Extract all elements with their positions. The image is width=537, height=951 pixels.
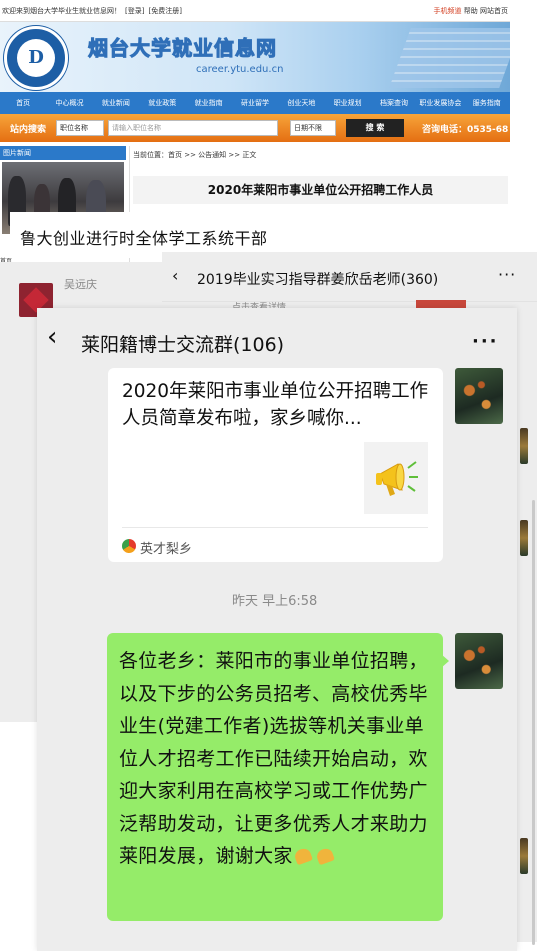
back-icon[interactable]: ‹ bbox=[172, 266, 178, 285]
chat3-title: 莱阳籍博士交流群(106) bbox=[81, 334, 285, 356]
scrollbar[interactable] bbox=[532, 500, 535, 945]
logo-icon[interactable]: D bbox=[4, 26, 68, 90]
avatar[interactable] bbox=[520, 428, 528, 464]
site-search-bar: 站内搜索 职位名称 请输入职位名称 日期不限 搜 索 咨询电话：0535-68 bbox=[0, 114, 510, 142]
nav-item[interactable]: 就业政策 bbox=[139, 98, 185, 108]
avatar[interactable] bbox=[455, 633, 503, 689]
website-topbar: 欢迎来到烟台大学毕业生就业信息网！ [登录] [免费注册] 手机频道 帮助 网站… bbox=[0, 0, 510, 22]
sender-name: 吴远庆 bbox=[64, 278, 97, 291]
nav-item[interactable]: 服务指南 bbox=[464, 98, 510, 108]
site-title: 烟台大学就业信息网 bbox=[88, 36, 277, 61]
logo-mark: D bbox=[17, 39, 55, 77]
search-category-select[interactable]: 职位名称 bbox=[56, 120, 104, 136]
pray-emoji-icon bbox=[315, 847, 337, 865]
avatar[interactable] bbox=[520, 520, 528, 556]
login-link[interactable]: [登录] bbox=[125, 6, 144, 16]
nav-item[interactable]: 首页 bbox=[0, 98, 46, 108]
search-label: 站内搜索 bbox=[10, 124, 47, 135]
nav-item[interactable]: 档案查询 bbox=[371, 98, 417, 108]
nav-item[interactable]: 职业规划 bbox=[325, 98, 371, 108]
register-link[interactable]: [免费注册] bbox=[148, 6, 181, 16]
nav-item[interactable]: 创业天地 bbox=[278, 98, 324, 108]
keyboard-decoration bbox=[389, 28, 510, 88]
nav-item[interactable]: 中心概况 bbox=[46, 98, 92, 108]
back-icon[interactable]: ‹ bbox=[47, 324, 57, 350]
message-timestamp: 昨天 早上6:58 bbox=[232, 594, 318, 609]
search-button[interactable]: 搜 索 bbox=[346, 119, 404, 137]
nav-item[interactable]: 研业留学 bbox=[232, 98, 278, 108]
bubble-tail bbox=[441, 654, 449, 668]
avatar[interactable] bbox=[520, 838, 528, 874]
megaphone-icon bbox=[376, 461, 418, 496]
nav-item[interactable]: 就业指南 bbox=[185, 98, 231, 108]
card-divider bbox=[122, 527, 428, 528]
card-title: 2020年莱阳市事业单位公开招聘工作人员简章发布啦，家乡喊你... bbox=[122, 381, 429, 429]
help-link[interactable]: 帮助 bbox=[464, 7, 478, 15]
welcome-text: 欢迎来到烟台大学毕业生就业信息网！ bbox=[2, 6, 121, 15]
more-icon[interactable]: ··· bbox=[472, 331, 499, 352]
search-date-select[interactable]: 日期不限 bbox=[290, 120, 336, 136]
search-input[interactable]: 请输入职位名称 bbox=[108, 120, 278, 136]
breadcrumb: 当前位置：首页 >> 公告通知 >> 正文 bbox=[133, 151, 257, 159]
message-text: 各位老乡：莱阳市的事业单位招聘，以及下步的公务员招考、高校优秀毕业生(党建工作者… bbox=[119, 645, 437, 873]
main-nav: 首页 中心概况 就业新闻 就业政策 就业指南 研业留学 创业天地 职业规划 档案… bbox=[0, 92, 510, 114]
card-source-name: 英才梨乡 bbox=[140, 542, 193, 557]
source-icon bbox=[122, 539, 136, 553]
chat2-title: 2019毕业实习指导群姜欣岳老师(360) bbox=[197, 272, 439, 288]
avatar[interactable] bbox=[455, 368, 503, 424]
message-body: 各位老乡：莱阳市的事业单位招聘，以及下步的公务员招考、高校优秀毕业生(党建工作者… bbox=[119, 650, 428, 867]
nav-item[interactable]: 就业新闻 bbox=[93, 98, 139, 108]
topbar-right: 手机频道 帮助 网站首页 bbox=[434, 6, 508, 16]
pray-emoji-icon bbox=[293, 847, 315, 865]
website-banner: D 烟台大学就业信息网 career.ytu.edu.cn bbox=[0, 22, 510, 92]
more-icon[interactable]: ··· bbox=[498, 265, 516, 284]
article-title: 2020年莱阳市事业单位公开招聘工作人员 bbox=[133, 176, 508, 204]
nav-item[interactable]: 职业发展协会 bbox=[417, 98, 463, 108]
hotline-text: 咨询电话：0535-68 bbox=[422, 124, 509, 135]
site-url: career.ytu.edu.cn bbox=[196, 64, 284, 75]
mobile-channel-link[interactable]: 手机频道 bbox=[434, 7, 462, 15]
photo-news-heading: 图片新闻 bbox=[0, 146, 126, 160]
home-link[interactable]: 网站首页 bbox=[480, 7, 508, 15]
